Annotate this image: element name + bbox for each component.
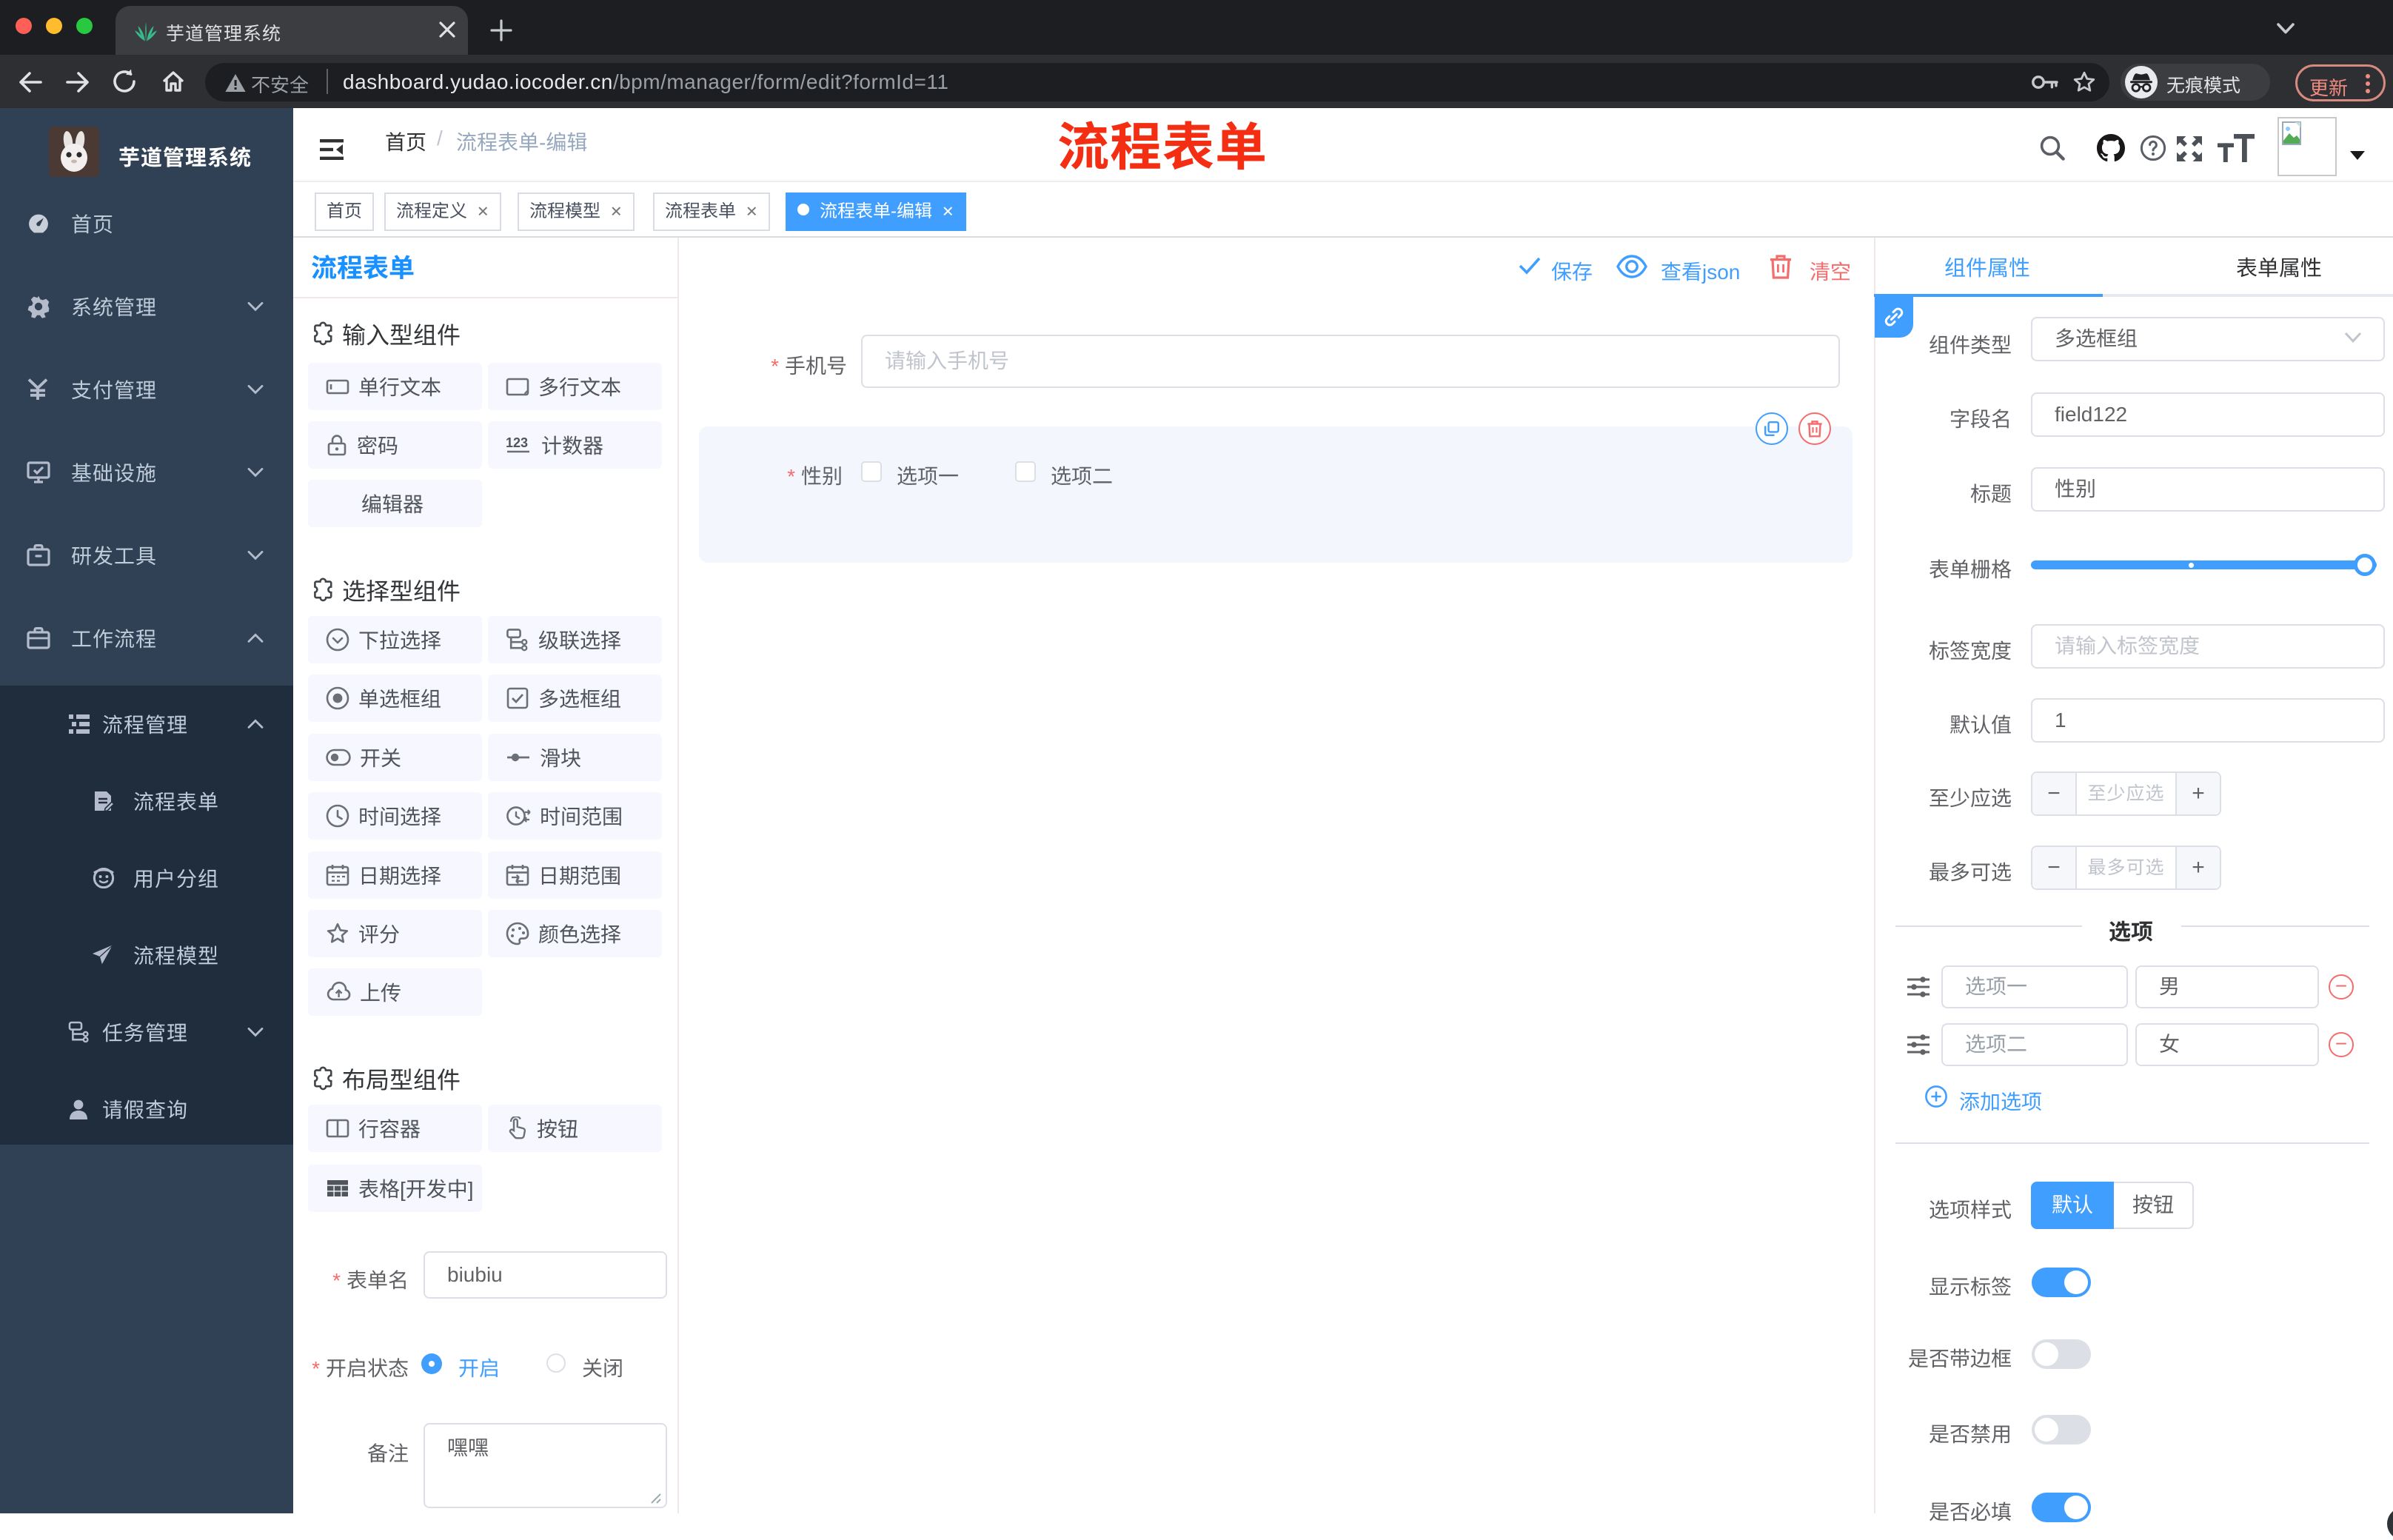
svg-text:123: 123 [506, 435, 528, 450]
